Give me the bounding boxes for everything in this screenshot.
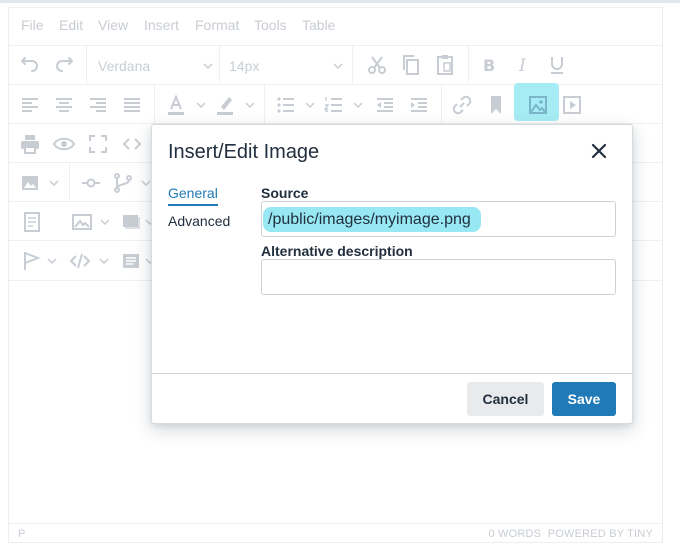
paste-icon[interactable] bbox=[433, 53, 457, 77]
images-icon[interactable] bbox=[120, 210, 144, 234]
save-button[interactable]: Save bbox=[552, 382, 616, 416]
template-icon[interactable] bbox=[20, 210, 44, 234]
source-value[interactable]: /public/images/myimage.png bbox=[268, 211, 471, 229]
chevron-down-icon[interactable] bbox=[196, 100, 206, 110]
dialog-title: Insert/Edit Image bbox=[168, 141, 320, 163]
underline-icon[interactable] bbox=[545, 53, 569, 77]
bullet-list-icon[interactable] bbox=[274, 93, 298, 117]
image-gallery-icon[interactable] bbox=[70, 210, 94, 234]
code-sample-icon[interactable] bbox=[68, 249, 92, 273]
italic-icon[interactable]: I bbox=[511, 53, 535, 77]
image-icon[interactable] bbox=[526, 93, 550, 117]
align-left-icon[interactable] bbox=[18, 93, 42, 117]
fullscreen-icon[interactable] bbox=[86, 132, 110, 156]
branch-icon[interactable] bbox=[111, 171, 135, 195]
align-center-icon[interactable] bbox=[52, 93, 76, 117]
svg-text:B: B bbox=[483, 56, 495, 75]
menu-insert[interactable]: Insert bbox=[144, 17, 179, 33]
preview-icon[interactable] bbox=[52, 132, 76, 156]
toolbar-row-1: Verdana 14px B I bbox=[9, 45, 662, 84]
word-count[interactable]: 0 WORDS bbox=[488, 528, 541, 540]
powered-by-link[interactable]: POWERED BY TINY bbox=[548, 528, 653, 540]
element-path[interactable]: P bbox=[18, 528, 25, 540]
toolbar-separator bbox=[219, 46, 220, 84]
toolbar-separator bbox=[69, 163, 70, 201]
chevron-down-icon[interactable] bbox=[99, 256, 109, 266]
dialog-footer-divider bbox=[152, 373, 632, 374]
status-bar: P 0 WORDS POWERED BY TINY bbox=[9, 523, 662, 542]
outdent-icon[interactable] bbox=[373, 93, 397, 117]
insert-image-dialog: Insert/Edit Image General Advanced Sourc… bbox=[151, 124, 633, 424]
font-size-select[interactable]: 14px bbox=[229, 58, 259, 74]
undo-icon[interactable] bbox=[18, 53, 42, 77]
print-icon[interactable] bbox=[18, 132, 42, 156]
menu-edit[interactable]: Edit bbox=[59, 17, 83, 33]
blocks-icon[interactable] bbox=[119, 249, 143, 273]
chevron-down-icon[interactable] bbox=[305, 100, 315, 110]
indent-icon[interactable] bbox=[407, 93, 431, 117]
menu-table[interactable]: Table bbox=[302, 17, 335, 33]
toolbar-separator bbox=[154, 85, 155, 123]
image-options-icon[interactable] bbox=[18, 171, 42, 195]
code-icon[interactable] bbox=[120, 132, 144, 156]
menu-view[interactable]: View bbox=[98, 17, 128, 33]
highlight-color-icon[interactable] bbox=[213, 93, 237, 117]
chevron-down-icon[interactable] bbox=[353, 100, 363, 110]
toolbar-separator bbox=[468, 46, 469, 84]
close-icon[interactable] bbox=[589, 141, 609, 161]
commit-icon[interactable] bbox=[79, 171, 103, 195]
window-top-border bbox=[0, 0, 680, 3]
chevron-down-icon[interactable] bbox=[141, 178, 151, 188]
cancel-button[interactable]: Cancel bbox=[467, 382, 544, 416]
toolbar-separator bbox=[264, 85, 265, 123]
chevron-down-icon[interactable] bbox=[100, 217, 110, 227]
link-icon[interactable] bbox=[450, 93, 474, 117]
menu-tools[interactable]: Tools bbox=[254, 17, 287, 33]
numbered-list-icon[interactable] bbox=[322, 93, 346, 117]
toolbar-row-2 bbox=[9, 83, 662, 123]
bold-icon[interactable]: B bbox=[477, 53, 501, 77]
redo-icon[interactable] bbox=[52, 53, 76, 77]
toolbar-separator bbox=[352, 46, 353, 84]
align-justify-icon[interactable] bbox=[120, 93, 144, 117]
alt-description-label: Alternative description bbox=[261, 243, 413, 259]
status-right: 0 WORDS POWERED BY TINY bbox=[488, 528, 653, 540]
align-right-icon[interactable] bbox=[86, 93, 110, 117]
menubar: File Edit View Insert Format Tools Table bbox=[9, 8, 662, 45]
bookmark-icon[interactable] bbox=[484, 93, 508, 117]
cut-icon[interactable] bbox=[365, 53, 389, 77]
alt-description-field[interactable] bbox=[261, 259, 616, 295]
chevron-down-icon bbox=[203, 61, 213, 71]
font-family-select[interactable]: Verdana bbox=[98, 58, 150, 74]
menu-format[interactable]: Format bbox=[195, 17, 239, 33]
source-field[interactable]: /public/images/myimage.png bbox=[261, 201, 616, 237]
chevron-down-icon[interactable] bbox=[49, 178, 59, 188]
menu-file[interactable]: File bbox=[21, 17, 44, 33]
toolbar-separator bbox=[86, 46, 87, 84]
text-color-icon[interactable] bbox=[164, 93, 188, 117]
toolbar-separator bbox=[441, 85, 442, 123]
chevron-down-icon bbox=[333, 61, 343, 71]
media-icon[interactable] bbox=[560, 93, 584, 117]
copy-icon[interactable] bbox=[399, 53, 423, 77]
chevron-down-icon[interactable] bbox=[47, 256, 57, 266]
tab-general[interactable]: General bbox=[168, 185, 218, 206]
chevron-down-icon[interactable] bbox=[245, 100, 255, 110]
tab-advanced[interactable]: Advanced bbox=[168, 213, 230, 229]
flag-icon[interactable] bbox=[20, 249, 44, 273]
source-label: Source bbox=[261, 185, 309, 201]
svg-text:I: I bbox=[518, 56, 526, 76]
